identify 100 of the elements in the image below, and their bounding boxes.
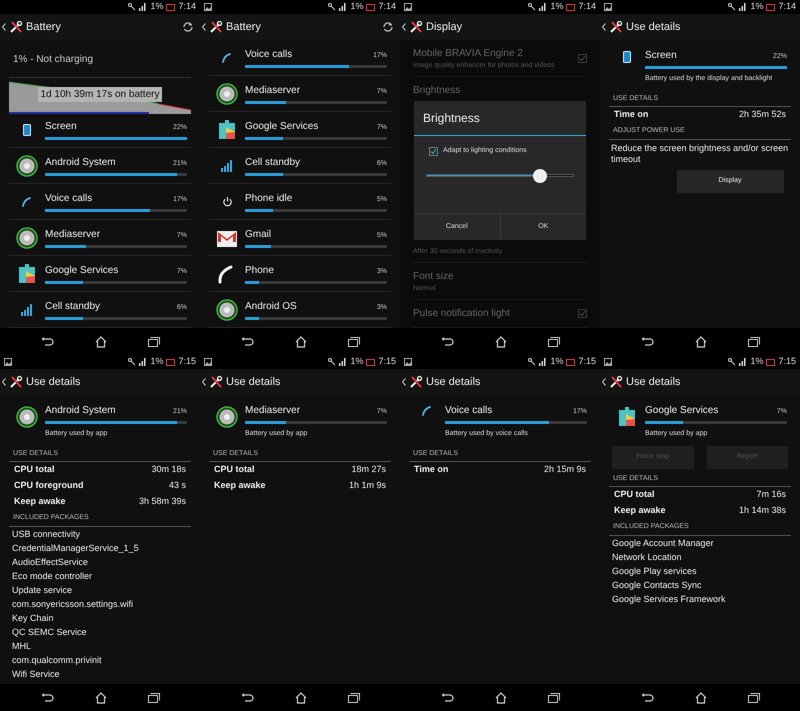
back-caret-icon[interactable] bbox=[202, 23, 206, 31]
home-icon[interactable] bbox=[294, 692, 306, 704]
key-icon bbox=[328, 3, 336, 11]
key-icon bbox=[328, 358, 336, 366]
clock-time: 7:15 bbox=[378, 355, 396, 368]
dialog-title: Brightness bbox=[414, 101, 586, 136]
handset-icon bbox=[222, 52, 232, 62]
app-name: Mediaserver bbox=[245, 84, 300, 98]
puzzle-icon bbox=[17, 262, 37, 284]
back-icon[interactable] bbox=[640, 693, 654, 702]
recent-apps-icon[interactable] bbox=[348, 336, 360, 346]
stat-value: 43 s bbox=[168, 479, 186, 492]
screen-title: Use details bbox=[626, 20, 682, 35]
signal-icon bbox=[539, 3, 548, 11]
stat-label: Time on bbox=[414, 463, 448, 476]
package-name: com.qualcomm.privinit bbox=[11, 654, 103, 666]
home-icon[interactable] bbox=[694, 692, 706, 704]
back-caret-icon[interactable] bbox=[602, 23, 606, 31]
back-caret-icon[interactable] bbox=[202, 378, 206, 386]
recent-apps-icon[interactable] bbox=[748, 336, 760, 346]
key-icon bbox=[728, 3, 736, 11]
battery-percent: 1% bbox=[150, 0, 164, 14]
refresh-icon[interactable] bbox=[382, 21, 394, 33]
back-caret-icon[interactable] bbox=[602, 378, 606, 386]
tools-icon bbox=[609, 20, 623, 34]
clock-time: 7:14 bbox=[778, 0, 796, 14]
battery-percent: 1% bbox=[550, 0, 564, 14]
screen-title: Battery bbox=[226, 20, 262, 35]
package-name: Eco mode controller bbox=[11, 570, 94, 582]
back-caret-icon[interactable] bbox=[2, 23, 6, 31]
home-icon[interactable] bbox=[694, 336, 706, 348]
checkbox[interactable] bbox=[578, 309, 587, 318]
stat-label: CPU total bbox=[614, 488, 654, 502]
back-caret-icon[interactable] bbox=[402, 378, 406, 386]
home-icon[interactable] bbox=[294, 336, 306, 348]
stat-label: Keep awake bbox=[614, 504, 666, 518]
checkbox[interactable] bbox=[578, 54, 587, 62]
disc-icon bbox=[216, 406, 238, 428]
stat-label: CPU foreground bbox=[14, 479, 84, 492]
screen-title: Battery bbox=[26, 20, 62, 35]
signal-icon bbox=[739, 358, 748, 366]
package-name: Network Location bbox=[611, 550, 683, 564]
package-name: AudioEffectService bbox=[11, 556, 89, 568]
recent-apps-icon[interactable] bbox=[148, 692, 160, 702]
back-icon[interactable] bbox=[440, 337, 454, 346]
picture-icon bbox=[204, 3, 212, 11]
tools-icon bbox=[9, 20, 23, 34]
picture-icon bbox=[4, 358, 12, 366]
back-icon[interactable] bbox=[240, 337, 254, 346]
recent-apps-icon[interactable] bbox=[548, 336, 560, 346]
recent-apps-icon[interactable] bbox=[548, 692, 560, 702]
app-name: Google Services bbox=[645, 404, 718, 418]
package-name: Google Account Manager bbox=[611, 536, 715, 550]
stat-label: CPU total bbox=[14, 463, 54, 476]
battery-percent: 1% bbox=[750, 0, 764, 14]
recent-apps-icon[interactable] bbox=[348, 692, 360, 702]
phone-screen-icon bbox=[23, 124, 31, 136]
recent-apps-icon[interactable] bbox=[748, 692, 760, 702]
refresh-icon[interactable] bbox=[182, 21, 194, 33]
app-name: Voice calls bbox=[445, 404, 492, 418]
home-icon[interactable] bbox=[94, 336, 106, 348]
back-icon[interactable] bbox=[40, 693, 54, 702]
app-name: Cell standby bbox=[245, 156, 300, 170]
battery-icon bbox=[366, 358, 376, 366]
package-name: com.sonyericsson.settings.wifi bbox=[11, 598, 134, 610]
stat-value: 2h 15m 9s bbox=[544, 463, 586, 476]
battery-percent: 1% bbox=[350, 0, 364, 14]
puzzle-icon bbox=[617, 406, 637, 428]
back-icon[interactable] bbox=[440, 693, 454, 702]
package-name: MHL bbox=[11, 640, 32, 652]
battery-percent: 1% bbox=[150, 355, 164, 368]
checkbox[interactable] bbox=[429, 146, 438, 156]
stat-value: 1h 1m 9s bbox=[348, 479, 386, 492]
app-name: Mediaserver bbox=[45, 228, 100, 242]
back-icon[interactable] bbox=[240, 693, 254, 702]
app-name: Google Services bbox=[245, 120, 318, 134]
back-caret-icon[interactable] bbox=[402, 23, 406, 31]
check-icon bbox=[430, 148, 437, 155]
picture-icon bbox=[404, 3, 412, 11]
battery-icon bbox=[566, 358, 576, 366]
home-icon[interactable] bbox=[494, 692, 506, 704]
stat-label: Time on bbox=[614, 108, 648, 122]
home-icon[interactable] bbox=[94, 692, 106, 704]
back-icon[interactable] bbox=[640, 337, 654, 346]
clock-time: 7:15 bbox=[778, 355, 796, 368]
home-icon[interactable] bbox=[494, 336, 506, 348]
package-name: Google Contacts Sync bbox=[611, 578, 703, 592]
check-icon bbox=[579, 310, 586, 317]
battery-icon bbox=[766, 358, 776, 366]
back-caret-icon[interactable] bbox=[2, 378, 6, 386]
disc-icon bbox=[216, 82, 238, 104]
charge-status: 1% - Not charging bbox=[12, 53, 94, 67]
picture-icon bbox=[204, 358, 212, 366]
slider-thumb[interactable] bbox=[532, 168, 547, 182]
package-name: Key Chain bbox=[11, 612, 55, 624]
recent-apps-icon[interactable] bbox=[148, 336, 160, 346]
disc-icon bbox=[16, 226, 38, 248]
package-name: USB connectivity bbox=[11, 528, 82, 540]
brightness-slider[interactable] bbox=[426, 168, 574, 182]
back-icon[interactable] bbox=[40, 337, 54, 346]
